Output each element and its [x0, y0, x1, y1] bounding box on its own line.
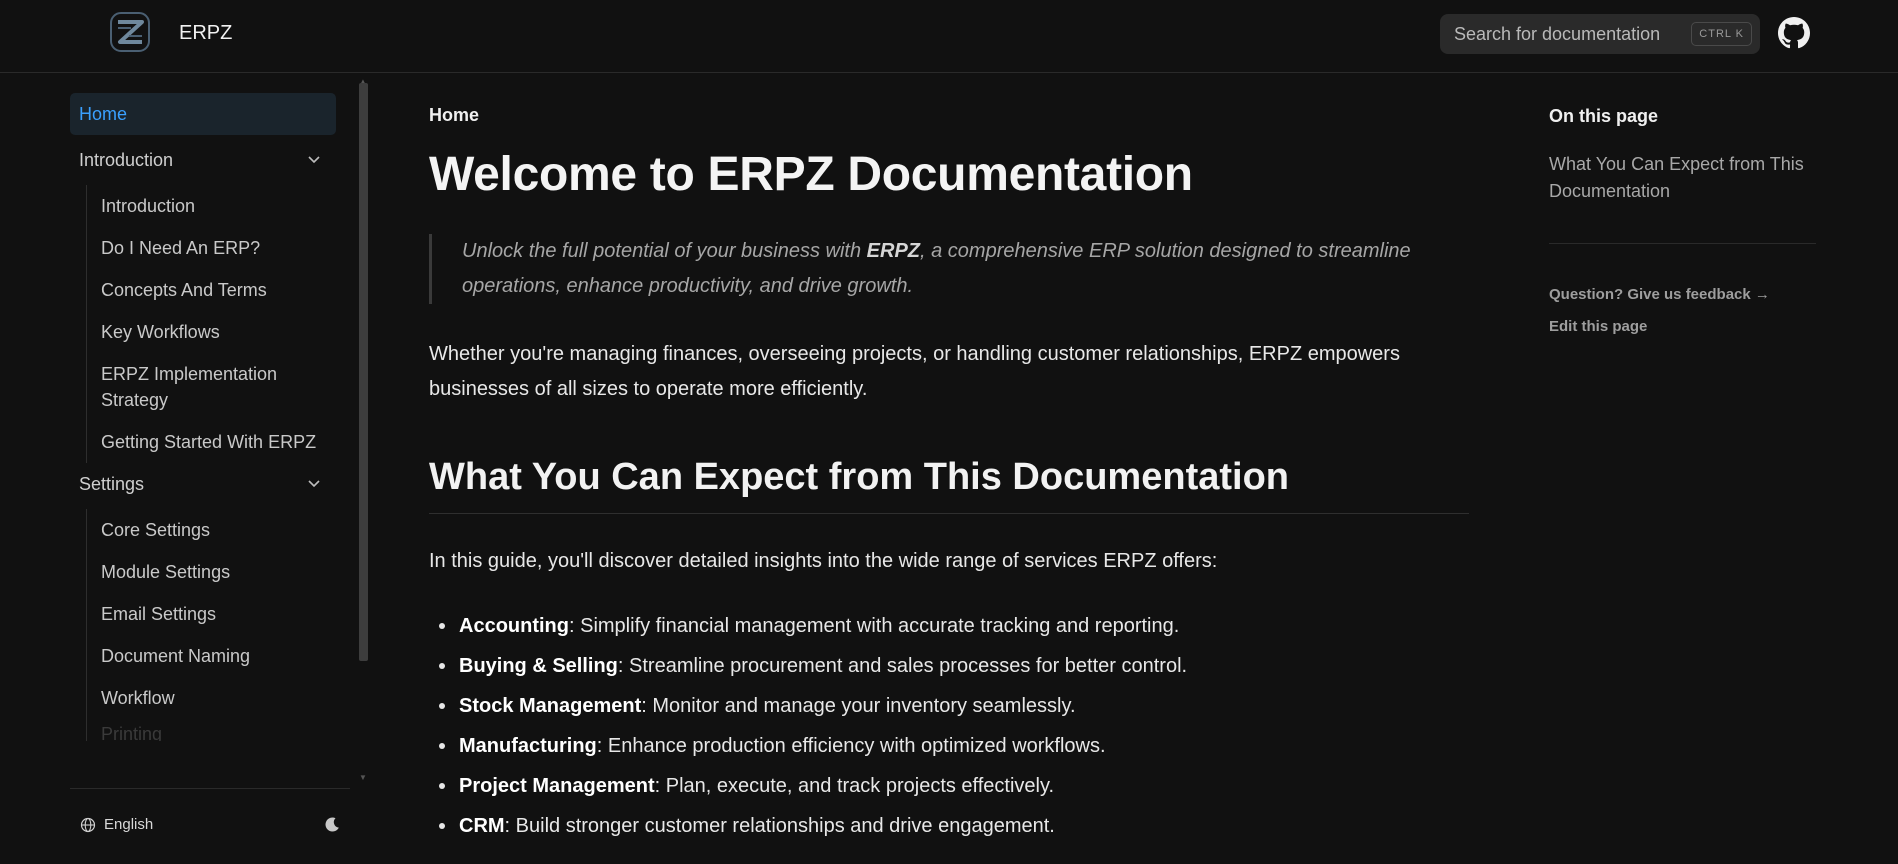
- breadcrumb[interactable]: Home: [429, 105, 479, 126]
- sidebar-subitem-printing[interactable]: Printing: [101, 719, 336, 741]
- sidebar-item-label: Home: [79, 104, 128, 124]
- sidebar-subitem-implementation-strategy[interactable]: ERPZ Implementation Strategy: [101, 353, 336, 421]
- feature-desc: : Enhance production efficiency with opt…: [596, 735, 1106, 757]
- sidebar-nav: Home Introduction Introduction Do I Need…: [70, 93, 336, 741]
- feature-desc: : Streamline procurement and sales proce…: [617, 655, 1188, 677]
- edit-page-link[interactable]: Edit this page: [1549, 318, 1647, 335]
- sidebar-subitem-document-naming[interactable]: Document Naming: [101, 635, 336, 677]
- sidebar-subitem-introduction[interactable]: Introduction: [101, 185, 336, 227]
- sidebar-subitem-email-settings[interactable]: Email Settings: [101, 593, 336, 635]
- sidebar-subitem-do-i-need-an-erp[interactable]: Do I Need An ERP?: [101, 227, 336, 269]
- language-selector[interactable]: English: [104, 816, 153, 833]
- scroll-down-arrow[interactable]: ▼: [359, 773, 367, 782]
- sidebar-subgroup-settings: Core Settings Module Settings Email Sett…: [86, 509, 336, 741]
- sidebar-item-label: Settings: [79, 474, 145, 494]
- list-item: Stock Management: Monitor and manage you…: [429, 686, 1469, 726]
- sidebar-item-settings[interactable]: Settings: [70, 463, 336, 509]
- chevron-down-icon[interactable]: [306, 151, 322, 167]
- feature-name: Manufacturing: [459, 735, 597, 757]
- sidebar-item-introduction[interactable]: Introduction: [70, 139, 336, 185]
- top-bar: ERPZ Search for documentation CTRL K: [0, 0, 1898, 73]
- page-title: Welcome to ERPZ Documentation: [429, 148, 1193, 201]
- quote-bold: ERPZ: [866, 240, 921, 262]
- sidebar-subitem-key-workflows[interactable]: Key Workflows: [101, 311, 336, 353]
- sidebar-subitem-getting-started[interactable]: Getting Started With ERPZ: [101, 421, 336, 463]
- search-placeholder[interactable]: Search for documentation: [1454, 24, 1660, 45]
- search-bar[interactable]: Search for documentation CTRL K: [1440, 14, 1760, 54]
- feature-name: Project Management: [459, 775, 655, 797]
- sidebar-subitem-concepts-and-terms[interactable]: Concepts And Terms: [101, 269, 336, 311]
- toc-title: On this page: [1549, 106, 1659, 126]
- feature-name: CRM: [459, 815, 505, 837]
- sidebar-subgroup-introduction: Introduction Do I Need An ERP? Concepts …: [86, 185, 336, 463]
- sidebar-subitem-workflow[interactable]: Workflow: [101, 677, 336, 719]
- feature-desc: : Simplify financial management with acc…: [569, 615, 1180, 637]
- list-item: Buying & Selling: Streamline procurement…: [429, 646, 1469, 686]
- intro-quote: Unlock the full potential of your busine…: [429, 234, 1429, 304]
- feature-name: Accounting: [459, 615, 569, 637]
- moon-icon[interactable]: [323, 816, 341, 834]
- sidebar: Home Introduction Introduction Do I Need…: [0, 73, 368, 864]
- feature-list: Accounting: Simplify financial managemen…: [429, 606, 1469, 846]
- feature-desc: : Build stronger customer relationships …: [504, 815, 1055, 837]
- search-shortcut-badge: CTRL K: [1691, 22, 1752, 46]
- globe-icon: [80, 817, 96, 833]
- quote-text-before: Unlock the full potential of your busine…: [462, 240, 867, 262]
- feedback-link[interactable]: Question? Give us feedback →: [1549, 286, 1770, 303]
- github-icon[interactable]: [1778, 17, 1810, 49]
- feature-name: Buying & Selling: [459, 655, 618, 677]
- intro-paragraph: Whether you're managing finances, overse…: [429, 343, 1400, 400]
- feature-desc: : Monitor and manage your inventory seam…: [641, 695, 1076, 717]
- erpz-logo-icon[interactable]: [109, 11, 151, 53]
- section-intro: In this guide, you'll discover detailed …: [429, 550, 1218, 572]
- toc-divider: [1549, 243, 1816, 244]
- list-item: Accounting: Simplify financial managemen…: [429, 606, 1469, 646]
- feature-desc: : Plan, execute, and track projects effe…: [654, 775, 1055, 797]
- sidebar-item-home[interactable]: Home: [70, 93, 336, 135]
- list-item: Project Management: Plan, execute, and t…: [429, 766, 1469, 806]
- sidebar-footer: English: [70, 788, 350, 852]
- feature-name: Stock Management: [459, 695, 642, 717]
- sidebar-scrollbar-thumb[interactable]: [359, 83, 368, 661]
- toc-link-what-to-expect[interactable]: What You Can Expect from This Documentat…: [1549, 151, 1816, 205]
- app-title[interactable]: ERPZ: [179, 22, 232, 45]
- section-heading: What You Can Expect from This Documentat…: [429, 456, 1469, 514]
- chevron-down-icon[interactable]: [306, 475, 322, 491]
- sidebar-subitem-module-settings[interactable]: Module Settings: [101, 551, 336, 593]
- list-item: Manufacturing: Enhance production effici…: [429, 726, 1469, 766]
- list-item: CRM: Build stronger customer relationshi…: [429, 806, 1469, 846]
- sidebar-subitem-core-settings[interactable]: Core Settings: [101, 509, 336, 551]
- sidebar-item-label: Introduction: [79, 150, 174, 170]
